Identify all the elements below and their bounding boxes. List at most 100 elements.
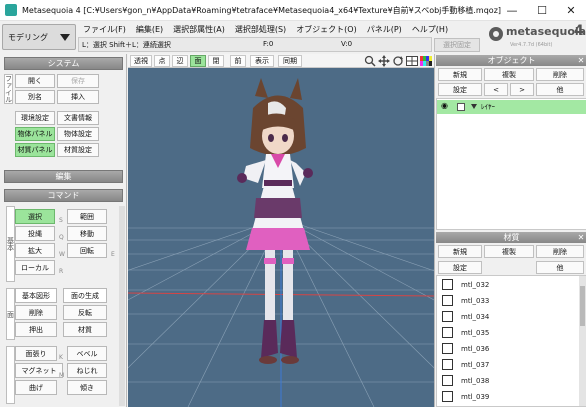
edit-header[interactable]: 編集 (4, 170, 123, 183)
status-bar: L：選択 Shift＋L：連続選択 F:0 V:0 (78, 37, 432, 52)
object-more-button[interactable]: 他 (536, 83, 584, 96)
range-tool-button[interactable]: 範囲 (67, 209, 107, 224)
perspective-toggle[interactable]: 透視 (130, 55, 152, 67)
lock-checkbox[interactable] (457, 103, 465, 111)
move-tool-button[interactable]: 移動 (67, 226, 107, 241)
material-settings-button[interactable]: 材質設定 (57, 143, 99, 157)
move-view-icon[interactable] (378, 55, 390, 67)
rotate-shortcut: E (111, 251, 115, 258)
visibility-icon[interactable]: ◉ (441, 101, 448, 110)
maximize-button[interactable]: ☐ (528, 0, 556, 21)
menu-selection-attributes[interactable]: 選択部属性(A) (168, 24, 230, 35)
doc-info-button[interactable]: 文書情報 (57, 111, 99, 125)
select-tool-button[interactable]: 選択 (15, 209, 55, 224)
tilt-button[interactable]: 傾き (67, 380, 107, 395)
close-mode-toggle[interactable]: 閉 (208, 55, 224, 67)
save-as-button[interactable]: 別名 (15, 90, 55, 104)
delete-material-button[interactable]: 削除 (536, 245, 584, 258)
material-row[interactable]: mtl_036 (442, 340, 572, 357)
material-list-scrollbar[interactable] (579, 276, 586, 406)
select-fix-button[interactable]: 選択固定 (434, 38, 480, 52)
object-name: ﾚｲﾔｰ (481, 103, 495, 111)
scale-tool-button[interactable]: 拡大 (15, 243, 55, 258)
object-settings-button[interactable]: 物体設定 (57, 127, 99, 141)
sync-toggle[interactable]: 同期 (278, 55, 302, 67)
new-material-button[interactable]: 新規 (438, 245, 482, 258)
create-face-button[interactable]: 面の生成 (63, 288, 107, 303)
material-settings-button[interactable]: 設定 (438, 261, 482, 274)
extrude-button[interactable]: 押出 (15, 322, 57, 337)
vertex-mode-toggle[interactable]: 点 (154, 55, 170, 67)
vertex-count: V:0 (341, 40, 353, 48)
object-next-button[interactable]: > (510, 83, 534, 96)
menu-help[interactable]: ヘルプ(H) (407, 24, 453, 35)
window-title: Metasequoia 4 [C:¥Users¥gon_n¥AppData¥Ro… (22, 6, 502, 15)
object-row[interactable]: ◉ ﾚｲﾔｰ (437, 100, 586, 114)
face-mode-toggle[interactable]: 面 (190, 55, 206, 67)
material-swatch (442, 327, 453, 338)
app-logo: metasequoia 4 Ver4.7.7d (64bit) (486, 23, 586, 53)
front-toggle[interactable]: 前 (230, 55, 246, 67)
material-panel-toggle[interactable]: 材質パネル (15, 143, 55, 157)
duplicate-object-button[interactable]: 複製 (484, 68, 534, 81)
lasso-shortcut: Q (59, 234, 64, 241)
local-tool-button[interactable]: ローカル (15, 260, 55, 275)
preferences-button[interactable]: 環境設定 (15, 111, 55, 125)
material-row[interactable]: mtl_032 (442, 276, 572, 293)
material-row[interactable]: mtl_034 (442, 308, 572, 325)
save-button[interactable]: 保存 (57, 74, 99, 88)
delete-button[interactable]: 削除 (15, 305, 57, 320)
primitive-button[interactable]: 基本図形 (15, 288, 57, 303)
color-palette-icon[interactable] (420, 56, 432, 66)
view-layout-icon[interactable] (406, 56, 418, 66)
material-more-button[interactable]: 他 (536, 261, 584, 274)
face-fill-button[interactable]: 面張り (15, 346, 57, 361)
close-button[interactable]: ✕ (557, 0, 585, 21)
material-apply-button[interactable]: 材質 (63, 322, 107, 337)
materials-close-button[interactable]: ✕ (576, 232, 586, 243)
object-prev-button[interactable]: < (484, 83, 508, 96)
title-bar: Metasequoia 4 [C:¥Users¥gon_n¥AppData¥Ro… (0, 0, 586, 21)
material-list: mtl_032 mtl_033 mtl_034 mtl_035 mtl_036 … (436, 275, 586, 407)
menu-selection-process[interactable]: 選択部処理(S) (230, 24, 291, 35)
new-object-button[interactable]: 新規 (438, 68, 482, 81)
insert-button[interactable]: 挿入 (57, 90, 99, 104)
bend-button[interactable]: 曲げ (15, 380, 57, 395)
material-swatch (442, 359, 453, 370)
open-button[interactable]: 開く (15, 74, 55, 88)
material-row[interactable]: mtl_033 (442, 292, 572, 309)
material-row[interactable]: mtl_039 (442, 388, 572, 405)
menu-panel[interactable]: パネル(P) (362, 24, 407, 35)
material-row[interactable]: mtl_037 (442, 356, 572, 373)
delete-object-button[interactable]: 削除 (536, 68, 584, 81)
right-panel: オブジェクト ✕ 新規 複製 削除 設定 < > 他 ◉ ﾚｲﾔｰ 材質 ✕ 新… (434, 54, 586, 407)
left-panel-scrollbar[interactable] (119, 206, 125, 406)
edge-mode-toggle[interactable]: 辺 (172, 55, 188, 67)
zoom-icon[interactable] (364, 55, 376, 67)
object-panel-toggle[interactable]: 物体パネル (15, 127, 55, 141)
menu-object[interactable]: オブジェクト(O) (291, 24, 362, 35)
expand-arrow-icon[interactable] (471, 104, 477, 109)
material-row[interactable]: mtl_035 (442, 324, 572, 341)
material-row[interactable]: mtl_038 (442, 372, 572, 389)
local-shortcut: R (59, 268, 64, 275)
material-swatch (442, 391, 453, 402)
minimize-button[interactable]: — (498, 0, 526, 21)
system-header: システム (4, 57, 123, 70)
menu-file[interactable]: ファイル(F) (78, 24, 131, 35)
rotate-tool-button[interactable]: 回転 (67, 243, 107, 258)
bevel-button[interactable]: ベベル (67, 346, 107, 361)
object-settings-button[interactable]: 設定 (438, 83, 482, 96)
mode-select-button[interactable]: モデリング (2, 24, 76, 50)
display-menu[interactable]: 表示 (250, 55, 274, 67)
magnet-button[interactable]: マグネット (15, 363, 63, 378)
material-scroll-thumb[interactable] (580, 286, 585, 326)
objects-close-button[interactable]: ✕ (576, 55, 586, 66)
twist-button[interactable]: ねじれ (67, 363, 107, 378)
menu-edit[interactable]: 編集(E) (131, 24, 168, 35)
rotate-view-icon[interactable] (392, 55, 404, 67)
flip-button[interactable]: 反転 (63, 305, 107, 320)
duplicate-material-button[interactable]: 複製 (484, 245, 534, 258)
3d-viewport[interactable] (128, 68, 434, 407)
lasso-tool-button[interactable]: 投縄 (15, 226, 55, 241)
